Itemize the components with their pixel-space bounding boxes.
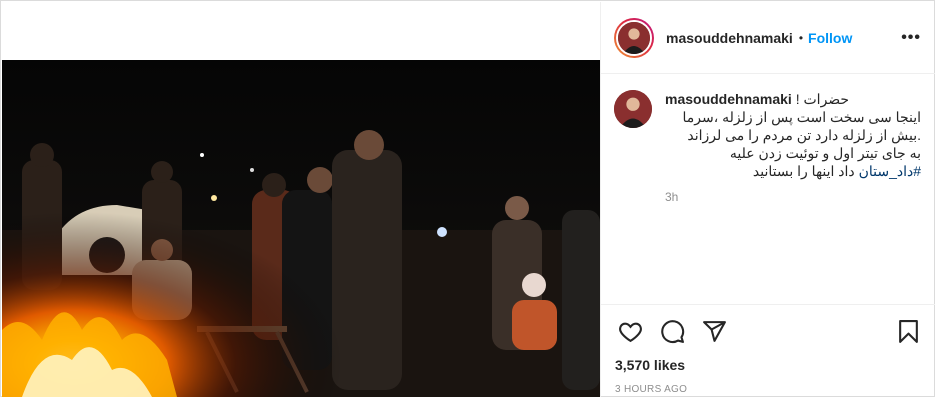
- caption-greeting: حضرات !: [795, 91, 850, 107]
- profile-photo-icon: [618, 21, 650, 54]
- share-button[interactable]: [699, 316, 729, 346]
- caption-line-4: به جای تیتر اول و توئیت زدن علیه: [729, 145, 921, 161]
- instagram-post: masouddehnamaki • Follow ••• masouddehna…: [0, 0, 935, 397]
- caption-line-5: #داد_ستان داد اینها را بستانید: [665, 162, 921, 180]
- username-link[interactable]: masouddehnamaki: [666, 30, 793, 46]
- posted-time[interactable]: 3 HOURS AGO: [601, 384, 935, 395]
- post-header: masouddehnamaki • Follow •••: [601, 2, 935, 74]
- caption-avatar-image: [614, 90, 652, 128]
- action-bar: [601, 305, 935, 357]
- avatar-image: [616, 19, 652, 56]
- more-horizontal-icon[interactable]: •••: [901, 29, 921, 47]
- post-caption: masouddehnamaki حضرات ! اینجا سی سخت است…: [665, 90, 921, 180]
- like-button[interactable]: [615, 316, 645, 346]
- caption-line-2: اینجا سی سخت است پس از زلزله ،سرما: [682, 109, 921, 125]
- caption-last-text: داد اینها را بستانید: [752, 163, 855, 179]
- caption-time[interactable]: 3h: [665, 190, 921, 204]
- save-button[interactable]: [893, 316, 923, 346]
- caption-username[interactable]: masouddehnamaki: [665, 91, 792, 107]
- likes-count[interactable]: 3,570 likes: [601, 357, 935, 375]
- post-media: [2, 2, 600, 397]
- comment-icon: [660, 319, 684, 343]
- hashtag-link[interactable]: #داد_ستان: [859, 163, 921, 179]
- comments-section: masouddehnamaki حضرات ! اینجا سی سخت است…: [601, 74, 935, 305]
- caption-avatar[interactable]: [614, 90, 652, 128]
- caption-row: masouddehnamaki حضرات ! اینجا سی سخت است…: [614, 90, 921, 180]
- caption-line-1: masouddehnamaki حضرات !: [665, 90, 921, 108]
- share-icon: [702, 320, 726, 342]
- night-bonfire-photo: [2, 60, 600, 397]
- post-sidebar: masouddehnamaki • Follow ••• masouddehna…: [600, 2, 935, 397]
- separator-dot: •: [798, 30, 804, 45]
- heart-icon: [618, 322, 642, 342]
- caption-line-3: .بیش از زلزله دارد تن مردم را می لرزاند: [687, 127, 921, 143]
- follow-button[interactable]: Follow: [808, 30, 852, 46]
- avatar[interactable]: [614, 17, 654, 58]
- bookmark-icon: [898, 319, 918, 343]
- comment-button[interactable]: [657, 316, 687, 346]
- post-photo[interactable]: [2, 60, 600, 397]
- profile-photo-icon: [614, 90, 652, 128]
